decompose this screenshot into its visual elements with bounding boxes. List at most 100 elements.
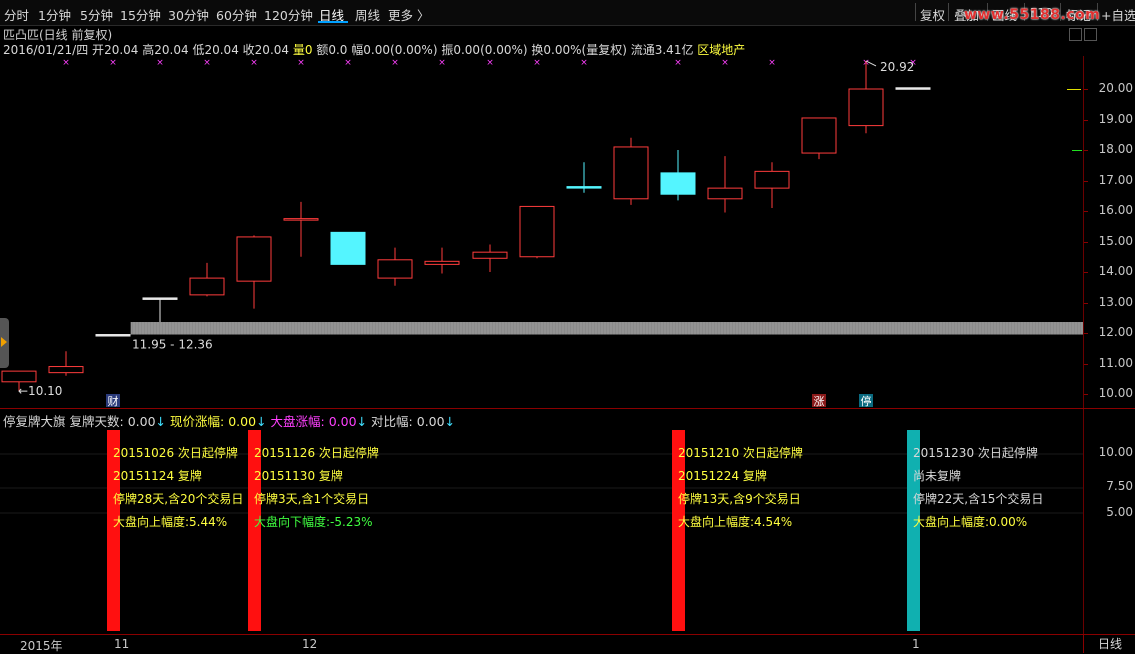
add-watchlist-button[interactable]: +自选 — [1101, 5, 1135, 24]
candle-body — [848, 88, 884, 127]
last-price-mark — [1067, 89, 1081, 90]
tab-5min[interactable]: 5分钟 — [80, 5, 113, 24]
candle-body — [189, 277, 225, 296]
tab-30min[interactable]: 30分钟 — [168, 5, 209, 24]
event-market-change: 大盘向上幅度:4.54% — [678, 515, 793, 529]
quote-date: 2016/01/21/四 — [3, 43, 89, 57]
marker-x: × — [768, 58, 776, 68]
tab-60min[interactable]: 60分钟 — [216, 5, 257, 24]
amount-label: 额 — [316, 43, 329, 57]
price-tick: 12.00 — [1098, 325, 1133, 339]
marker-x: × — [62, 58, 70, 68]
gap-range-label: 11.95 - 12.36 — [132, 338, 213, 352]
window-layout-icon[interactable] — [1084, 28, 1097, 41]
close-value: 20.04 — [254, 43, 290, 57]
month-label: 1 — [912, 637, 920, 651]
event-box-3: 20151210 次日起停牌 20151224 复牌 停牌13天,含9个交易日 … — [678, 442, 803, 534]
price-tick: 10.00 — [1098, 386, 1133, 400]
event-market-change: 大盘向上幅度:5.44% — [113, 515, 228, 529]
event-market-change: 大盘向下幅度:-5.23% — [254, 515, 373, 529]
turnover-label: 换 — [531, 43, 544, 57]
toolbar-separator — [948, 3, 949, 21]
candle-body — [48, 366, 84, 374]
low-label: 低 — [192, 43, 205, 57]
event-resume-date: 20151224 复牌 — [678, 469, 767, 483]
price-axis: 20.00 19.00 18.00 17.00 16.00 15.00 14.00 13.00… — [1067, 56, 1135, 408]
period-indicator[interactable]: 日线 — [1083, 635, 1135, 653]
marker-x: × — [250, 58, 258, 68]
price-tick-mark — [1084, 363, 1088, 365]
event-suspend-date: 20151210 次日起停牌 — [678, 446, 803, 460]
amplitude-value: 0.00(0.00%) — [453, 43, 528, 57]
adjust-button[interactable]: 复权 — [920, 5, 945, 24]
candlestick-chart[interactable]: ×××××××××××××××××20.92←10.1011.95 - 12.3… — [0, 56, 1083, 408]
window-minimize-icon[interactable] — [1069, 28, 1082, 41]
event-market-change: 大盘向上幅度:0.00% — [913, 515, 1028, 529]
marker-x: × — [344, 58, 352, 68]
candle-body — [472, 251, 508, 259]
tab-120min[interactable]: 120分钟 — [264, 5, 313, 24]
candle-body — [424, 260, 460, 265]
open-value: 20.04 — [104, 43, 139, 57]
tab-15min[interactable]: 15分钟 — [120, 5, 161, 24]
tab-more[interactable]: 更多 〉 — [388, 5, 429, 24]
candle-body — [895, 87, 931, 90]
candle-body — [95, 334, 131, 337]
high-price-label: 20.92 — [880, 60, 914, 74]
price-tick-mark — [1084, 119, 1088, 121]
marker-x: × — [721, 58, 729, 68]
expand-arrow-icon[interactable] — [1, 337, 7, 347]
tab-1min-time[interactable]: 分时 — [4, 5, 29, 24]
price-tick: 19.00 — [1098, 111, 1133, 126]
volume-value: 0 — [304, 43, 313, 57]
candle-body — [283, 218, 319, 221]
open-label: 开 — [92, 43, 105, 57]
price-tick: 15.00 — [1098, 233, 1133, 248]
sub-tick: 5.00 — [1106, 505, 1133, 519]
price-tick: 14.00 — [1098, 264, 1133, 278]
candle-body — [754, 170, 790, 189]
marker-x: × — [109, 58, 117, 68]
volume-label: 量 — [292, 43, 305, 57]
event-suspend-date: 20151126 次日起停牌 — [254, 446, 379, 460]
turnover-value: 0.00% — [543, 43, 582, 57]
candle-body — [1, 370, 37, 383]
sub-tick: 10.00 — [1098, 445, 1133, 459]
event-duration: 停牌13天,含9个交易日 — [678, 492, 801, 506]
low-value: 20.04 — [204, 43, 239, 57]
price-tick-mark — [1084, 302, 1088, 304]
event-box-1: 20151026 次日起停牌 20151124 复牌 停牌28天,含20个交易日… — [113, 442, 243, 534]
tab-1min[interactable]: 1分钟 — [38, 5, 71, 24]
event-marker-label: 财 — [108, 394, 119, 408]
high-label: 高 — [142, 43, 155, 57]
candle-body — [660, 172, 696, 195]
change-label: 幅 — [351, 43, 364, 57]
amount-value: 0.0 — [328, 43, 348, 57]
gap-band — [131, 322, 1083, 335]
candle-body — [707, 187, 743, 200]
event-resume-date: 尚未复牌 — [913, 469, 962, 483]
candle-body — [801, 117, 837, 154]
toolbar-separator — [915, 3, 916, 21]
candle-body — [142, 297, 178, 300]
candle-body — [613, 146, 649, 200]
price-tick-mark — [1084, 211, 1088, 212]
price-tick: 13.00 — [1098, 294, 1133, 309]
price-tick-mark — [1084, 272, 1088, 273]
low-price-label: ←10.10 — [18, 384, 62, 398]
year-label: 2015年 — [20, 639, 63, 653]
marker-x: × — [156, 58, 164, 68]
site-watermark: www.55188.com — [964, 7, 1101, 23]
sector-link[interactable]: 区域地产 — [697, 43, 745, 57]
marker-x: × — [297, 58, 305, 68]
amplitude-label: 振 — [441, 43, 454, 57]
price-tick: 20.00 — [1098, 81, 1133, 95]
ref-price-mark — [1072, 150, 1082, 151]
event-duration: 停牌22天,含15个交易日 — [913, 492, 1044, 506]
marker-x: × — [391, 58, 399, 68]
event-box-4: 20151230 次日起停牌 尚未复牌 停牌22天,含15个交易日 大盘向上幅度… — [913, 442, 1043, 534]
tab-weekly[interactable]: 周线 — [355, 5, 380, 24]
marker-x: × — [203, 58, 211, 68]
price-tick: 16.00 — [1098, 203, 1133, 217]
price-tick: 18.00 — [1098, 142, 1133, 156]
